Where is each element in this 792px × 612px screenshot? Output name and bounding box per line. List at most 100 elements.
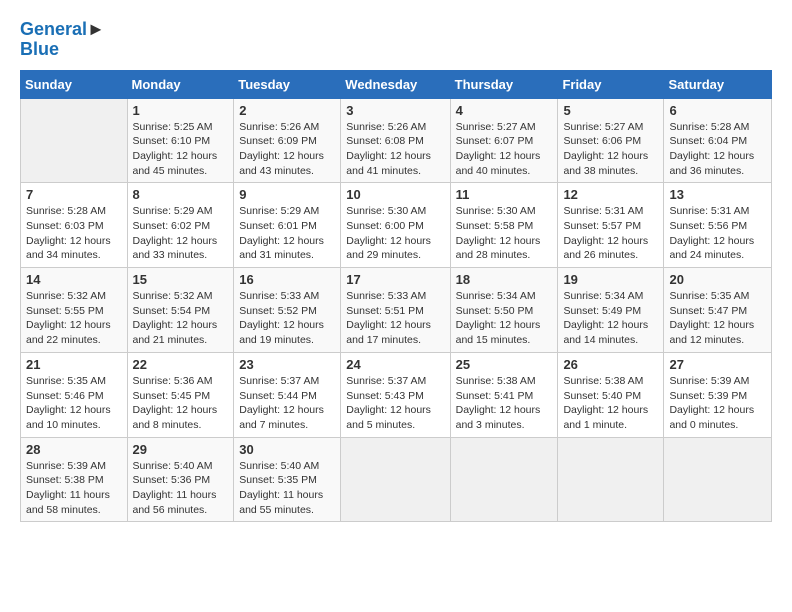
- calendar-cell: [664, 437, 772, 522]
- calendar-cell: 28 Sunrise: 5:39 AM Sunset: 5:38 PM Dayli…: [21, 437, 128, 522]
- calendar-cell: 17 Sunrise: 5:33 AM Sunset: 5:51 PM Dayli…: [341, 268, 450, 353]
- day-number: 4: [456, 103, 553, 118]
- day-number: 23: [239, 357, 335, 372]
- day-number: 3: [346, 103, 444, 118]
- day-number: 10: [346, 187, 444, 202]
- day-info: Sunrise: 5:27 AM Sunset: 6:06 PM Dayligh…: [563, 120, 658, 179]
- calendar-cell: 26 Sunrise: 5:38 AM Sunset: 5:40 PM Dayli…: [558, 352, 664, 437]
- day-number: 20: [669, 272, 766, 287]
- day-number: 5: [563, 103, 658, 118]
- calendar-cell: 6 Sunrise: 5:28 AM Sunset: 6:04 PM Daylig…: [664, 98, 772, 183]
- calendar-cell: 4 Sunrise: 5:27 AM Sunset: 6:07 PM Daylig…: [450, 98, 558, 183]
- calendar-cell: 24 Sunrise: 5:37 AM Sunset: 5:43 PM Dayli…: [341, 352, 450, 437]
- calendar-cell: 8 Sunrise: 5:29 AM Sunset: 6:02 PM Daylig…: [127, 183, 234, 268]
- day-info: Sunrise: 5:40 AM Sunset: 5:36 PM Dayligh…: [133, 459, 229, 518]
- column-header-wednesday: Wednesday: [341, 70, 450, 98]
- day-number: 15: [133, 272, 229, 287]
- column-header-tuesday: Tuesday: [234, 70, 341, 98]
- day-info: Sunrise: 5:29 AM Sunset: 6:02 PM Dayligh…: [133, 204, 229, 263]
- logo-text-blue: Blue: [20, 40, 105, 60]
- day-info: Sunrise: 5:27 AM Sunset: 6:07 PM Dayligh…: [456, 120, 553, 179]
- day-info: Sunrise: 5:34 AM Sunset: 5:49 PM Dayligh…: [563, 289, 658, 348]
- column-header-sunday: Sunday: [21, 70, 128, 98]
- calendar-table: SundayMondayTuesdayWednesdayThursdayFrid…: [20, 70, 772, 523]
- day-number: 29: [133, 442, 229, 457]
- calendar-cell: [558, 437, 664, 522]
- day-number: 1: [133, 103, 229, 118]
- calendar-cell: 10 Sunrise: 5:30 AM Sunset: 6:00 PM Dayli…: [341, 183, 450, 268]
- calendar-cell: 25 Sunrise: 5:38 AM Sunset: 5:41 PM Dayli…: [450, 352, 558, 437]
- day-info: Sunrise: 5:32 AM Sunset: 5:54 PM Dayligh…: [133, 289, 229, 348]
- day-number: 11: [456, 187, 553, 202]
- day-info: Sunrise: 5:35 AM Sunset: 5:47 PM Dayligh…: [669, 289, 766, 348]
- calendar-cell: [450, 437, 558, 522]
- calendar-cell: 5 Sunrise: 5:27 AM Sunset: 6:06 PM Daylig…: [558, 98, 664, 183]
- day-number: 13: [669, 187, 766, 202]
- day-info: Sunrise: 5:28 AM Sunset: 6:03 PM Dayligh…: [26, 204, 122, 263]
- day-info: Sunrise: 5:34 AM Sunset: 5:50 PM Dayligh…: [456, 289, 553, 348]
- calendar-cell: 22 Sunrise: 5:36 AM Sunset: 5:45 PM Dayli…: [127, 352, 234, 437]
- calendar-cell: 13 Sunrise: 5:31 AM Sunset: 5:56 PM Dayli…: [664, 183, 772, 268]
- calendar-cell: 2Sunrise: 5:26 AM Sunset: 6:09 PM Daylig…: [234, 98, 341, 183]
- day-number: 24: [346, 357, 444, 372]
- day-number: 7: [26, 187, 122, 202]
- day-info: Sunrise: 5:38 AM Sunset: 5:40 PM Dayligh…: [563, 374, 658, 433]
- day-number: 28: [26, 442, 122, 457]
- day-info: Sunrise: 5:33 AM Sunset: 5:51 PM Dayligh…: [346, 289, 444, 348]
- calendar-cell: 20 Sunrise: 5:35 AM Sunset: 5:47 PM Dayli…: [664, 268, 772, 353]
- day-number: 8: [133, 187, 229, 202]
- calendar-cell: 9 Sunrise: 5:29 AM Sunset: 6:01 PM Daylig…: [234, 183, 341, 268]
- calendar-cell: 7 Sunrise: 5:28 AM Sunset: 6:03 PM Daylig…: [21, 183, 128, 268]
- column-header-monday: Monday: [127, 70, 234, 98]
- logo-text: General►: [20, 20, 105, 40]
- day-number: 19: [563, 272, 658, 287]
- day-number: 17: [346, 272, 444, 287]
- day-info: Sunrise: 5:30 AM Sunset: 5:58 PM Dayligh…: [456, 204, 553, 263]
- day-info: Sunrise: 5:28 AM Sunset: 6:04 PM Dayligh…: [669, 120, 766, 179]
- day-info: Sunrise: 5:26 AM Sunset: 6:08 PM Dayligh…: [346, 120, 444, 179]
- day-info: Sunrise: 5:39 AM Sunset: 5:39 PM Dayligh…: [669, 374, 766, 433]
- day-info: Sunrise: 5:38 AM Sunset: 5:41 PM Dayligh…: [456, 374, 553, 433]
- day-number: 26: [563, 357, 658, 372]
- day-number: 16: [239, 272, 335, 287]
- day-info: Sunrise: 5:32 AM Sunset: 5:55 PM Dayligh…: [26, 289, 122, 348]
- day-number: 9: [239, 187, 335, 202]
- calendar-cell: 18 Sunrise: 5:34 AM Sunset: 5:50 PM Dayli…: [450, 268, 558, 353]
- calendar-cell: 30 Sunrise: 5:40 AM Sunset: 5:35 PM Dayli…: [234, 437, 341, 522]
- day-info: Sunrise: 5:39 AM Sunset: 5:38 PM Dayligh…: [26, 459, 122, 518]
- day-info: Sunrise: 5:37 AM Sunset: 5:43 PM Dayligh…: [346, 374, 444, 433]
- day-number: 30: [239, 442, 335, 457]
- day-number: 22: [133, 357, 229, 372]
- calendar-cell: [21, 98, 128, 183]
- day-number: 12: [563, 187, 658, 202]
- day-info: Sunrise: 5:35 AM Sunset: 5:46 PM Dayligh…: [26, 374, 122, 433]
- calendar-cell: [341, 437, 450, 522]
- page-header: General► Blue: [20, 20, 772, 60]
- calendar-cell: 15 Sunrise: 5:32 AM Sunset: 5:54 PM Dayli…: [127, 268, 234, 353]
- day-info: Sunrise: 5:37 AM Sunset: 5:44 PM Dayligh…: [239, 374, 335, 433]
- calendar-cell: 23 Sunrise: 5:37 AM Sunset: 5:44 PM Dayli…: [234, 352, 341, 437]
- column-header-thursday: Thursday: [450, 70, 558, 98]
- calendar-cell: 1 Sunrise: 5:25 AM Sunset: 6:10 PM Daylig…: [127, 98, 234, 183]
- logo: General► Blue: [20, 20, 105, 60]
- column-header-saturday: Saturday: [664, 70, 772, 98]
- day-info: Sunrise: 5:30 AM Sunset: 6:00 PM Dayligh…: [346, 204, 444, 263]
- day-number: 27: [669, 357, 766, 372]
- day-info: Sunrise: 5:29 AM Sunset: 6:01 PM Dayligh…: [239, 204, 335, 263]
- day-info: Sunrise: 5:25 AM Sunset: 6:10 PM Dayligh…: [133, 120, 229, 179]
- day-info: Sunrise: 5:31 AM Sunset: 5:57 PM Dayligh…: [563, 204, 658, 263]
- day-info: Sunrise: 5:31 AM Sunset: 5:56 PM Dayligh…: [669, 204, 766, 263]
- calendar-cell: 3 Sunrise: 5:26 AM Sunset: 6:08 PM Daylig…: [341, 98, 450, 183]
- day-number: 6: [669, 103, 766, 118]
- calendar-cell: 16 Sunrise: 5:33 AM Sunset: 5:52 PM Dayli…: [234, 268, 341, 353]
- column-header-friday: Friday: [558, 70, 664, 98]
- day-info: Sunrise: 5:26 AM Sunset: 6:09 PM Dayligh…: [239, 120, 335, 179]
- day-info: Sunrise: 5:33 AM Sunset: 5:52 PM Dayligh…: [239, 289, 335, 348]
- day-info: Sunrise: 5:40 AM Sunset: 5:35 PM Dayligh…: [239, 459, 335, 518]
- day-info: Sunrise: 5:36 AM Sunset: 5:45 PM Dayligh…: [133, 374, 229, 433]
- day-number: 25: [456, 357, 553, 372]
- day-number: 21: [26, 357, 122, 372]
- day-number: 18: [456, 272, 553, 287]
- calendar-cell: 27 Sunrise: 5:39 AM Sunset: 5:39 PM Dayli…: [664, 352, 772, 437]
- calendar-cell: 12 Sunrise: 5:31 AM Sunset: 5:57 PM Dayli…: [558, 183, 664, 268]
